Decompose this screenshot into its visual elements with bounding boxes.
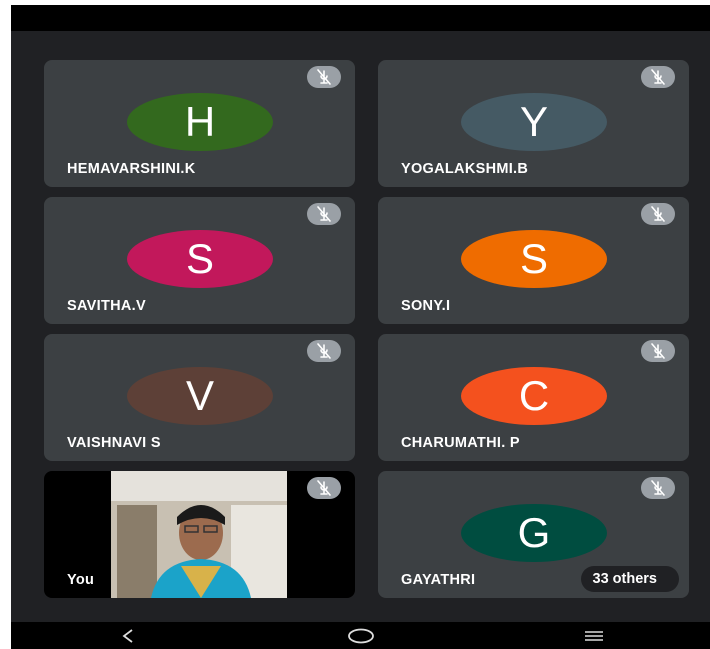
self-label: You bbox=[67, 572, 95, 588]
participant-name: SONY.I bbox=[401, 298, 451, 314]
nav-recents-icon[interactable] bbox=[564, 625, 624, 647]
avatar: V bbox=[127, 367, 273, 425]
participant-name: CHARUMATHI. P bbox=[401, 435, 520, 451]
mic-off-icon bbox=[641, 66, 675, 88]
participant-tile[interactable]: V VAISHNAVI S bbox=[44, 334, 355, 461]
participant-name: VAISHNAVI S bbox=[67, 435, 161, 451]
mic-off-icon bbox=[307, 66, 341, 88]
self-video-tile[interactable]: You bbox=[44, 471, 355, 598]
mic-off-icon bbox=[307, 340, 341, 362]
participant-tile[interactable]: Y YOGALAKSHMI.B bbox=[378, 60, 689, 187]
mic-off-icon bbox=[307, 203, 341, 225]
avatar: Y bbox=[461, 93, 607, 151]
avatar: S bbox=[127, 230, 273, 288]
participant-tile[interactable]: S SAVITHA.V bbox=[44, 197, 355, 324]
avatar: G bbox=[461, 504, 607, 562]
navigation-bar bbox=[11, 622, 710, 649]
nav-back-icon[interactable] bbox=[98, 625, 158, 647]
participant-tile[interactable]: G GAYATHRI 33 others bbox=[378, 471, 689, 598]
mic-off-icon bbox=[641, 203, 675, 225]
mic-off-icon bbox=[307, 477, 341, 499]
others-count-button[interactable]: 33 others bbox=[580, 566, 679, 592]
participant-tile[interactable]: C CHARUMATHI. P bbox=[378, 334, 689, 461]
participant-tile[interactable]: S SONY.I bbox=[378, 197, 689, 324]
avatar: S bbox=[461, 230, 607, 288]
meeting-screen: H HEMAVARSHINI.K Y YOGALAKSHMI.B S SAVIT… bbox=[11, 5, 710, 649]
participant-name: SAVITHA.V bbox=[67, 298, 146, 314]
participant-name: HEMAVARSHINI.K bbox=[67, 161, 196, 177]
mic-off-icon bbox=[641, 340, 675, 362]
participant-tile[interactable]: H HEMAVARSHINI.K bbox=[44, 60, 355, 187]
avatar: C bbox=[461, 367, 607, 425]
mic-off-icon bbox=[641, 477, 675, 499]
avatar: H bbox=[127, 93, 273, 151]
self-video-feed bbox=[111, 471, 287, 598]
nav-home-icon[interactable] bbox=[331, 625, 391, 647]
participant-name: GAYATHRI bbox=[401, 572, 476, 588]
status-bar bbox=[11, 5, 710, 31]
participant-name: YOGALAKSHMI.B bbox=[401, 161, 529, 177]
